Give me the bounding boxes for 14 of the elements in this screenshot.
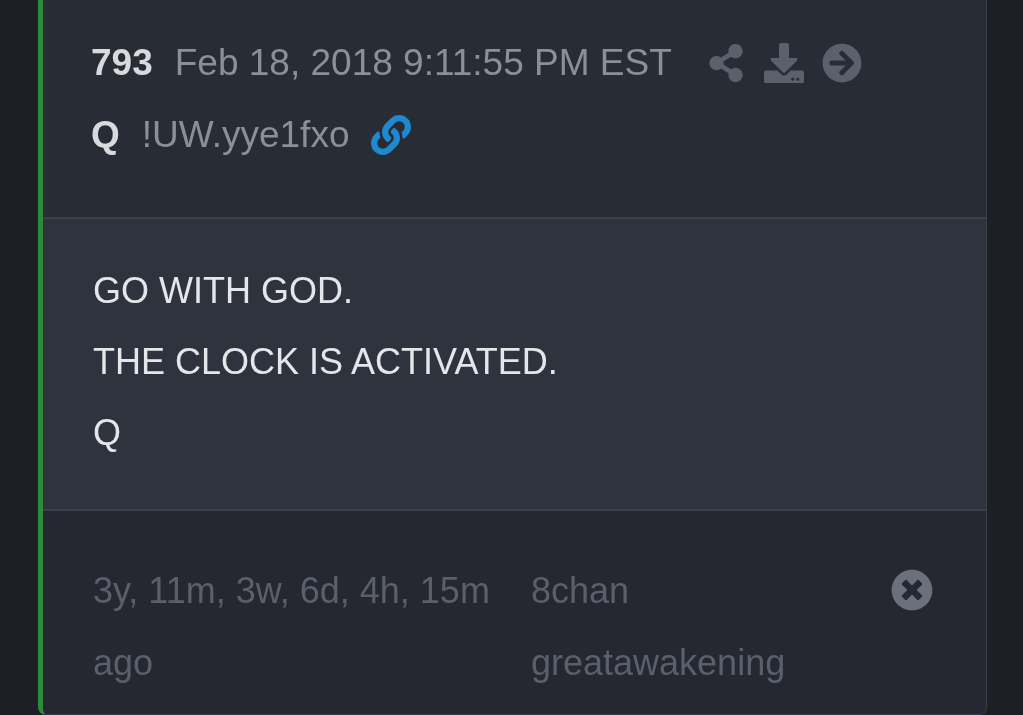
site-name: 8chan	[531, 569, 631, 613]
close-icon[interactable]	[891, 569, 933, 611]
link-icon[interactable]	[371, 115, 412, 155]
post-age: 3y, 11m, 3w, 6d, 4h, 15m ago	[93, 569, 491, 685]
post-text: GO WITH GOD.	[93, 269, 354, 313]
download-icon[interactable]	[763, 43, 804, 83]
arrow-right-icon[interactable]	[821, 43, 862, 83]
post-text: Q	[93, 411, 122, 455]
tripcode: !UW.yye1fxo	[141, 114, 350, 156]
author-name: Q	[91, 114, 120, 156]
board-name: greatawakening	[531, 641, 787, 685]
post-text: THE CLOCK IS ACTIVATED.	[93, 340, 559, 384]
post-number: 793	[91, 42, 153, 84]
post-timestamp: Feb 18, 2018 9:11:55 PM EST	[174, 42, 672, 84]
